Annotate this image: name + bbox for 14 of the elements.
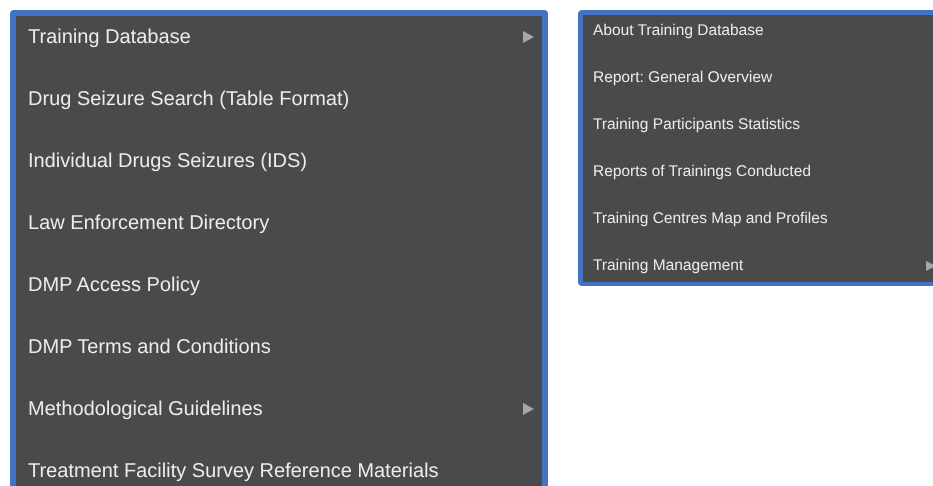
menu-item[interactable]: Training Database bbox=[16, 16, 542, 78]
menu-item[interactable]: Treatment Facility Survey Reference Materials bbox=[16, 450, 542, 486]
menu-item[interactable]: DMP Access Policy bbox=[16, 264, 542, 326]
menu-item[interactable]: Drug Seizure Search (Table Format) bbox=[16, 78, 542, 140]
menu-item[interactable]: Individual Drugs Seizures (IDS) bbox=[16, 140, 542, 202]
menu-item[interactable]: Training Participants Statistics bbox=[583, 109, 933, 156]
menu-item[interactable]: Methodological Guidelines bbox=[16, 388, 542, 450]
menu-item[interactable]: Report: General Overview bbox=[583, 62, 933, 109]
menu-item[interactable]: About Training Database bbox=[583, 15, 933, 62]
menu-item[interactable]: Training Centres Map and Profiles bbox=[583, 203, 933, 250]
menu-item[interactable]: Reports of Trainings Conducted bbox=[583, 156, 933, 203]
menu-item[interactable]: Law Enforcement Directory bbox=[16, 202, 542, 264]
menu-item[interactable]: Training Management bbox=[583, 250, 933, 282]
menu-item[interactable]: DMP Terms and Conditions bbox=[16, 326, 542, 388]
